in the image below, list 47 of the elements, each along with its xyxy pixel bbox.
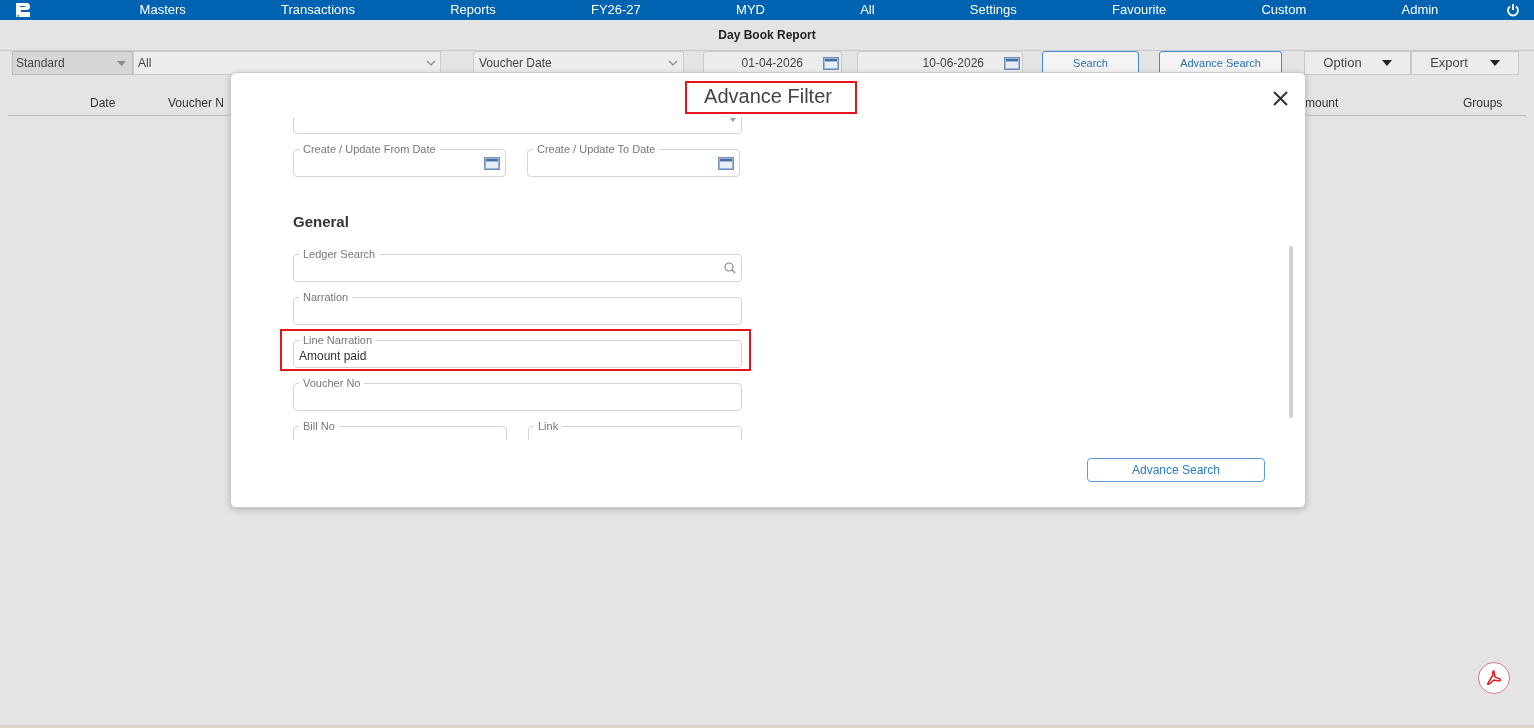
nav-menu-item[interactable]: Reports bbox=[450, 0, 496, 20]
search-icon[interactable] bbox=[724, 261, 736, 274]
section-heading: General bbox=[293, 212, 350, 232]
pdf-button[interactable] bbox=[1478, 662, 1510, 694]
nav-menu-item[interactable]: Transactions bbox=[281, 0, 355, 20]
column-header: Groups bbox=[1463, 95, 1503, 112]
close-icon[interactable] bbox=[1273, 91, 1288, 106]
nav-menu-item[interactable]: Settings bbox=[969, 0, 1017, 20]
column-header: mount bbox=[1305, 95, 1339, 112]
field-label: Create / Update To Date bbox=[533, 142, 660, 156]
dialog-title: Advance Filter bbox=[704, 84, 832, 109]
logo-icon[interactable] bbox=[14, 2, 32, 18]
advance-search-button[interactable]: Advance Search bbox=[1087, 458, 1265, 482]
to-date-field[interactable]: 10-06-2026 bbox=[857, 51, 1023, 75]
scrollbar-thumb[interactable] bbox=[1289, 246, 1293, 418]
pdf-icon bbox=[1485, 669, 1503, 687]
caret-icon bbox=[730, 118, 736, 122]
filter-select[interactable]: All bbox=[133, 51, 441, 75]
nav-menu-item[interactable]: Admin bbox=[1401, 0, 1439, 20]
export-button[interactable]: Export bbox=[1411, 51, 1519, 75]
date-type-select[interactable]: Voucher Date bbox=[473, 51, 684, 75]
field-label: Create / Update From Date bbox=[299, 142, 440, 156]
report-title: Day Book Report bbox=[718, 27, 816, 44]
option-button[interactable]: Option bbox=[1304, 51, 1411, 75]
nav-menu-item[interactable]: Masters bbox=[139, 0, 186, 20]
column-header: Date bbox=[90, 95, 116, 112]
caret-icon bbox=[426, 60, 436, 66]
calendar-icon[interactable] bbox=[484, 156, 500, 170]
caret-icon bbox=[668, 60, 678, 66]
field-value: Amount paid bbox=[299, 347, 367, 365]
dropdown-arrow-icon bbox=[1489, 60, 1500, 66]
power-icon[interactable] bbox=[1506, 3, 1520, 17]
caret-icon bbox=[117, 60, 126, 66]
from-date-field[interactable]: 01-04-2026 bbox=[703, 51, 842, 75]
advance-search-button[interactable]: Advance Search bbox=[1159, 51, 1282, 75]
nav-menu-item[interactable]: MYD bbox=[736, 0, 765, 20]
column-header: Voucher N bbox=[168, 95, 225, 112]
layout-select[interactable]: Standard bbox=[12, 51, 133, 75]
search-button[interactable]: Search bbox=[1042, 51, 1139, 75]
nav-menu-item[interactable]: Custom bbox=[1261, 0, 1307, 20]
calendar-icon[interactable] bbox=[823, 56, 839, 70]
dropdown-arrow-icon bbox=[1381, 60, 1392, 66]
calendar-icon[interactable] bbox=[718, 156, 734, 170]
nav-menu-item[interactable]: All bbox=[860, 0, 875, 20]
nav-menu-item[interactable]: Favourite bbox=[1112, 0, 1167, 20]
calendar-icon[interactable] bbox=[1004, 56, 1020, 70]
nav-menu-item[interactable]: FY26-27 bbox=[590, 0, 641, 20]
